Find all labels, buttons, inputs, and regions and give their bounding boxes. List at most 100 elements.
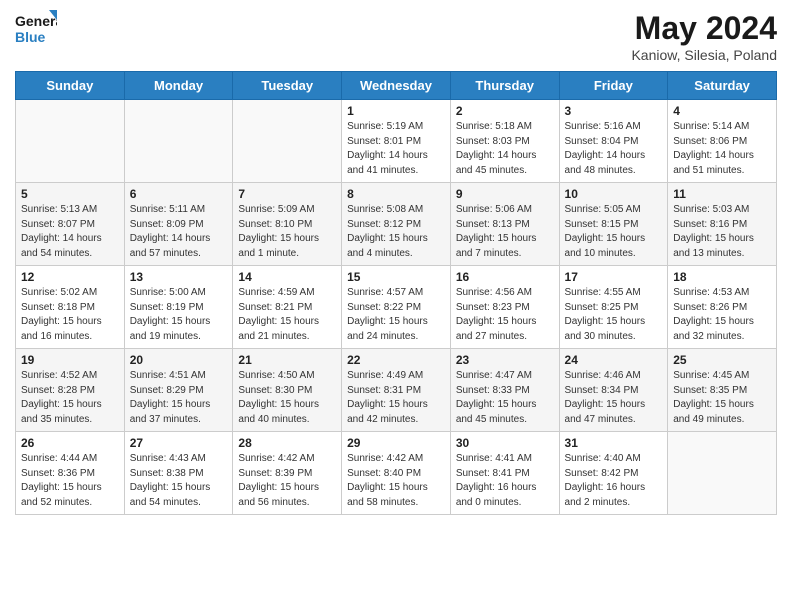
calendar-cell: 11Sunrise: 5:03 AM Sunset: 8:16 PM Dayli…	[668, 183, 777, 266]
header-sunday: Sunday	[16, 72, 125, 100]
day-number: 25	[673, 353, 771, 367]
day-number: 18	[673, 270, 771, 284]
header-tuesday: Tuesday	[233, 72, 342, 100]
calendar-cell: 27 Sunrise: 4:43 AM Sunset: 8:38 PM Dayli…	[124, 432, 233, 515]
calendar-cell: 3 Sunrise: 5:16 AM Sunset: 8:04 PM Daylig…	[559, 100, 668, 183]
day-number: 2	[456, 104, 554, 118]
calendar-cell: 10 Sunrise: 5:05 AM Sunset: 8:15 PM Dayli…	[559, 183, 668, 266]
calendar-cell: 25Sunrise: 4:45 AM Sunset: 8:35 PM Dayli…	[668, 349, 777, 432]
day-number: 22	[347, 353, 445, 367]
day-number: 10	[565, 187, 663, 201]
calendar-cell: 8 Sunrise: 5:08 AM Sunset: 8:12 PM Daylig…	[342, 183, 451, 266]
day-number: 28	[238, 436, 336, 450]
calendar-cell: 21 Sunrise: 4:50 AM Sunset: 8:30 PM Dayli…	[233, 349, 342, 432]
day-number: 12	[21, 270, 119, 284]
day-number: 30	[456, 436, 554, 450]
day-number: 23	[456, 353, 554, 367]
day-number: 31	[565, 436, 663, 450]
day-number: 24	[565, 353, 663, 367]
day-number: 16	[456, 270, 554, 284]
calendar-cell: 23 Sunrise: 4:47 AM Sunset: 8:33 PM Dayli…	[450, 349, 559, 432]
calendar-cell: 22 Sunrise: 4:49 AM Sunset: 8:31 PM Dayli…	[342, 349, 451, 432]
day-content: Sunrise: 4:51 AM Sunset: 8:29 PM Dayligh…	[130, 369, 228, 427]
calendar-cell: 1 Sunrise: 5:19 AM Sunset: 8:01 PM Daylig…	[342, 100, 451, 183]
day-content: Sunrise: 5:02 AM Sunset: 8:18 PM Dayligh…	[21, 286, 119, 344]
logo-svg: General Blue	[15, 10, 57, 48]
logo: General Blue	[15, 10, 57, 48]
day-number: 21	[238, 353, 336, 367]
day-number: 27	[130, 436, 228, 450]
day-number: 13	[130, 270, 228, 284]
day-content: Sunrise: 5:08 AM Sunset: 8:12 PM Dayligh…	[347, 203, 445, 261]
calendar-cell: 9 Sunrise: 5:06 AM Sunset: 8:13 PM Daylig…	[450, 183, 559, 266]
day-content: Sunrise: 4:46 AM Sunset: 8:34 PM Dayligh…	[565, 369, 663, 427]
calendar-cell	[16, 100, 125, 183]
day-number: 14	[238, 270, 336, 284]
day-content: Sunrise: 5:05 AM Sunset: 8:15 PM Dayligh…	[565, 203, 663, 261]
calendar-cell: 7 Sunrise: 5:09 AM Sunset: 8:10 PM Daylig…	[233, 183, 342, 266]
day-content: Sunrise: 5:14 AM Sunset: 8:06 PM Dayligh…	[673, 120, 771, 178]
day-content: Sunrise: 5:09 AM Sunset: 8:10 PM Dayligh…	[238, 203, 336, 261]
calendar-cell	[124, 100, 233, 183]
day-content: Sunrise: 4:50 AM Sunset: 8:30 PM Dayligh…	[238, 369, 336, 427]
day-content: Sunrise: 4:52 AM Sunset: 8:28 PM Dayligh…	[21, 369, 119, 427]
day-content: Sunrise: 4:47 AM Sunset: 8:33 PM Dayligh…	[456, 369, 554, 427]
calendar-cell: 26 Sunrise: 4:44 AM Sunset: 8:36 PM Dayli…	[16, 432, 125, 515]
calendar-cell: 18 Sunrise: 4:53 AM Sunset: 8:26 PM Dayli…	[668, 266, 777, 349]
calendar-cell: 5 Sunrise: 5:13 AM Sunset: 8:07 PM Daylig…	[16, 183, 125, 266]
day-number: 11	[673, 187, 771, 201]
header-saturday: Saturday	[668, 72, 777, 100]
calendar-cell: 17Sunrise: 4:55 AM Sunset: 8:25 PM Dayli…	[559, 266, 668, 349]
day-number: 3	[565, 104, 663, 118]
calendar-cell: 15Sunrise: 4:57 AM Sunset: 8:22 PM Dayli…	[342, 266, 451, 349]
day-number: 20	[130, 353, 228, 367]
calendar-cell: 20 Sunrise: 4:51 AM Sunset: 8:29 PM Dayli…	[124, 349, 233, 432]
day-number: 19	[21, 353, 119, 367]
subtitle: Kaniow, Silesia, Poland	[631, 47, 777, 63]
calendar-cell: 29 Sunrise: 4:42 AM Sunset: 8:40 PM Dayli…	[342, 432, 451, 515]
day-number: 5	[21, 187, 119, 201]
day-number: 7	[238, 187, 336, 201]
day-content: Sunrise: 5:16 AM Sunset: 8:04 PM Dayligh…	[565, 120, 663, 178]
day-number: 8	[347, 187, 445, 201]
day-content: Sunrise: 4:43 AM Sunset: 8:38 PM Dayligh…	[130, 452, 228, 510]
day-content: Sunrise: 5:00 AM Sunset: 8:19 PM Dayligh…	[130, 286, 228, 344]
calendar-cell: 30Sunrise: 4:41 AM Sunset: 8:41 PM Dayli…	[450, 432, 559, 515]
day-content: Sunrise: 4:53 AM Sunset: 8:26 PM Dayligh…	[673, 286, 771, 344]
day-number: 29	[347, 436, 445, 450]
calendar-table: SundayMondayTuesdayWednesdayThursdayFrid…	[15, 71, 777, 515]
day-number: 6	[130, 187, 228, 201]
day-number: 17	[565, 270, 663, 284]
day-content: Sunrise: 4:44 AM Sunset: 8:36 PM Dayligh…	[21, 452, 119, 510]
title-block: May 2024 Kaniow, Silesia, Poland	[631, 10, 777, 63]
calendar-cell: 16Sunrise: 4:56 AM Sunset: 8:23 PM Dayli…	[450, 266, 559, 349]
calendar-cell: 19 Sunrise: 4:52 AM Sunset: 8:28 PM Dayli…	[16, 349, 125, 432]
day-content: Sunrise: 5:13 AM Sunset: 8:07 PM Dayligh…	[21, 203, 119, 261]
day-content: Sunrise: 5:19 AM Sunset: 8:01 PM Dayligh…	[347, 120, 445, 178]
calendar-cell: 28 Sunrise: 4:42 AM Sunset: 8:39 PM Dayli…	[233, 432, 342, 515]
day-content: Sunrise: 5:06 AM Sunset: 8:13 PM Dayligh…	[456, 203, 554, 261]
day-content: Sunrise: 4:49 AM Sunset: 8:31 PM Dayligh…	[347, 369, 445, 427]
day-content: Sunrise: 4:40 AM Sunset: 8:42 PM Dayligh…	[565, 452, 663, 510]
calendar-cell: 6Sunrise: 5:11 AM Sunset: 8:09 PM Daylig…	[124, 183, 233, 266]
calendar-cell: 4Sunrise: 5:14 AM Sunset: 8:06 PM Daylig…	[668, 100, 777, 183]
header-thursday: Thursday	[450, 72, 559, 100]
day-content: Sunrise: 5:18 AM Sunset: 8:03 PM Dayligh…	[456, 120, 554, 178]
main-title: May 2024	[631, 10, 777, 47]
day-content: Sunrise: 4:57 AM Sunset: 8:22 PM Dayligh…	[347, 286, 445, 344]
day-content: Sunrise: 4:42 AM Sunset: 8:39 PM Dayligh…	[238, 452, 336, 510]
calendar-cell: 2 Sunrise: 5:18 AM Sunset: 8:03 PM Daylig…	[450, 100, 559, 183]
day-content: Sunrise: 4:42 AM Sunset: 8:40 PM Dayligh…	[347, 452, 445, 510]
calendar-cell: 12 Sunrise: 5:02 AM Sunset: 8:18 PM Dayli…	[16, 266, 125, 349]
header-friday: Friday	[559, 72, 668, 100]
svg-text:General: General	[15, 13, 57, 29]
calendar-cell: 14 Sunrise: 4:59 AM Sunset: 8:21 PM Dayli…	[233, 266, 342, 349]
svg-text:Blue: Blue	[15, 29, 46, 45]
day-number: 1	[347, 104, 445, 118]
day-content: Sunrise: 4:59 AM Sunset: 8:21 PM Dayligh…	[238, 286, 336, 344]
calendar-cell	[668, 432, 777, 515]
header-wednesday: Wednesday	[342, 72, 451, 100]
day-number: 26	[21, 436, 119, 450]
calendar-cell	[233, 100, 342, 183]
day-number: 9	[456, 187, 554, 201]
